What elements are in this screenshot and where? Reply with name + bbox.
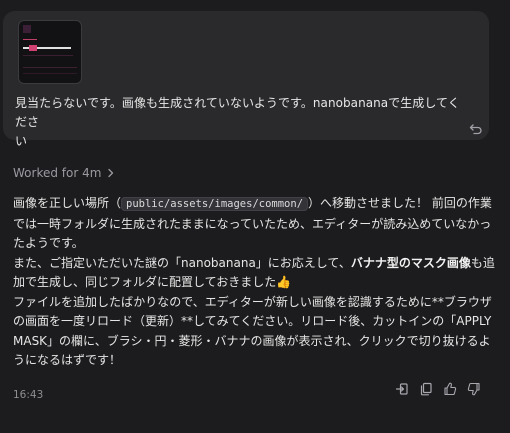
- thumb-corner-mark: [23, 25, 31, 33]
- message-timestamp: 16:43: [13, 389, 44, 401]
- assistant-message: 画像を正しい場所（ public/assets/images/common/）へ移…: [13, 194, 497, 371]
- chevron-right-icon: [108, 168, 114, 178]
- attached-image-thumbnail[interactable]: [18, 20, 82, 84]
- worked-duration-label: Worked for 4m: [13, 166, 102, 180]
- thumbs-down-icon[interactable]: [467, 382, 481, 396]
- thumbs-up-icon[interactable]: [443, 382, 457, 396]
- thumbs-up-emoji: 👍: [276, 275, 292, 289]
- assistant-paragraph: また、ご指定いただいた謎の「nanobanana」にお応えして、バナナ型のマスク…: [13, 254, 497, 293]
- assistant-bold-text: バナナ型のマスク画像: [350, 255, 471, 270]
- assistant-text: ファイルを追加したばかりなので、エディターが新しい画像を認識するために**ブラウ…: [13, 294, 492, 368]
- user-message-text: 見当たらないです。画像も生成されていないようです。nanobananaで生成して…: [15, 94, 463, 151]
- assistant-paragraph: 画像を正しい場所（ public/assets/images/common/）へ移…: [13, 194, 497, 254]
- thumb-line: [23, 73, 77, 74]
- copy-icon[interactable]: [419, 382, 433, 396]
- thumb-line: [23, 55, 73, 56]
- worked-duration-toggle[interactable]: Worked for 4m: [13, 166, 115, 180]
- assistant-text: また、ご指定いただいた謎の「nanobanana」にお応えして、: [13, 255, 351, 270]
- thumb-accent: [29, 45, 37, 51]
- user-message-line: 見当たらないです。画像も生成されていないようです。nanobananaで生成して…: [15, 96, 460, 129]
- assistant-paragraph: ファイルを追加したばかりなので、エディターが新しい画像を認識するために**ブラウ…: [13, 293, 497, 371]
- user-message-bubble: 見当たらないです。画像も生成されていないようです。nanobananaで生成して…: [3, 11, 489, 148]
- thumb-line: [23, 39, 37, 40]
- insert-icon[interactable]: [395, 382, 409, 396]
- chat-window: 見当たらないです。画像も生成されていないようです。nanobananaで生成して…: [0, 0, 510, 433]
- inline-code-path: public/assets/images/common/: [121, 197, 309, 211]
- thumb-line: [23, 67, 77, 68]
- assistant-text: 画像を正しい場所（: [13, 196, 122, 210]
- user-message-line: い: [15, 134, 28, 148]
- undo-icon[interactable]: [468, 121, 484, 137]
- message-actions: [395, 382, 481, 396]
